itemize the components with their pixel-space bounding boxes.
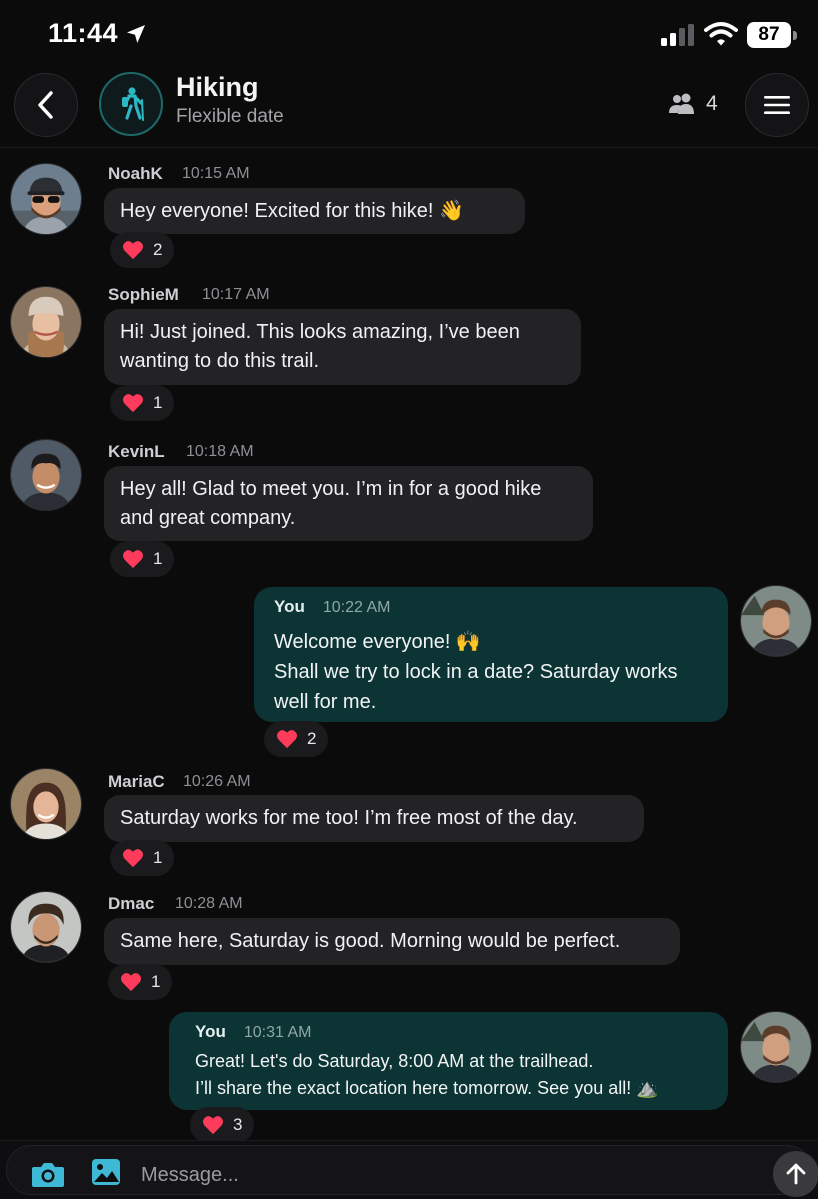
message-line: I’ll share the exact location here tomor…: [195, 1078, 659, 1098]
reaction-badge[interactable]: 1: [108, 964, 173, 1000]
message-bubble[interactable]: Same here, Saturday is good. Morning wou…: [104, 918, 680, 965]
menu-button[interactable]: [745, 73, 809, 137]
battery-indicator: 87: [747, 22, 797, 48]
member-count: 4: [706, 92, 718, 115]
sender-name: MariaC: [108, 772, 165, 791]
chevron-left-icon: [38, 91, 53, 119]
heart-icon: [121, 973, 141, 992]
avatar-dmac[interactable]: [10, 891, 82, 963]
message-line: well for me.: [274, 691, 377, 713]
avatar-image: [11, 769, 81, 839]
message-line: Hey everyone! Excited for this hike! 👋: [120, 200, 464, 222]
send-button[interactable]: [773, 1151, 818, 1197]
message-line: Shall we try to lock in a date? Saturday…: [274, 661, 678, 683]
message-time: 10:22 AM: [322, 599, 391, 616]
reaction-badge[interactable]: 1: [110, 541, 175, 577]
heart-icon: [203, 1116, 223, 1135]
reaction-count: 1: [153, 393, 163, 412]
reaction-count: 3: [233, 1115, 243, 1134]
message-line: Great! Let's do Saturday, 8:00 AM at the…: [195, 1051, 594, 1071]
heart-icon: [123, 394, 143, 413]
people-icon: [669, 93, 694, 114]
reaction-count: 1: [153, 848, 163, 867]
composer-field: [6, 1145, 818, 1197]
avatar-mariac[interactable]: [10, 768, 82, 840]
reaction-count: 1: [153, 549, 163, 568]
heart-icon: [123, 550, 143, 569]
wifi-icon: [704, 22, 738, 46]
reaction-count: 2: [153, 240, 163, 259]
battery-level: 87: [747, 22, 791, 48]
message-line: Welcome everyone! 🙌: [274, 631, 481, 653]
sender-name: You: [195, 1022, 226, 1041]
hamburger-icon: [764, 96, 790, 114]
avatar-image: [11, 892, 81, 962]
message-time: 10:18 AM: [186, 443, 254, 460]
chat-title: Hiking: [176, 72, 259, 102]
message-time: 10:31 AM: [243, 1024, 312, 1041]
status-time: 11:44: [48, 18, 119, 48]
avatar-noahk[interactable]: [10, 163, 82, 235]
message-bubble[interactable]: Hey everyone! Excited for this hike! 👋: [104, 188, 525, 234]
reaction-count: 2: [307, 729, 317, 748]
message-line: and great company.: [120, 507, 296, 529]
reaction-badge[interactable]: 2: [264, 721, 329, 757]
battery-tip: [793, 31, 797, 40]
avatar-image: [741, 586, 811, 656]
message-bubble[interactable]: Saturday works for me too! I’m free most…: [104, 795, 644, 842]
own-message-bubble[interactable]: You 10:31 AM Great! Let's do Saturday, 8:…: [169, 1012, 728, 1110]
arrow-up-icon: [786, 1163, 806, 1185]
message-time: 10:28 AM: [175, 895, 243, 912]
heart-icon: [123, 241, 143, 260]
reaction-badge[interactable]: 3: [190, 1107, 255, 1143]
cellular-signal-icon: [661, 24, 694, 46]
message-time: 10:15 AM: [182, 165, 250, 182]
message-line: Same here, Saturday is good. Morning wou…: [120, 930, 621, 952]
sender-name: NoahK: [108, 164, 163, 183]
avatar-image: [11, 440, 81, 510]
back-button[interactable]: [14, 73, 78, 137]
chat-subtitle: Flexible date: [176, 106, 284, 127]
group-avatar[interactable]: [99, 72, 163, 136]
avatar-image: [11, 287, 81, 357]
message-bubble[interactable]: Hey all! Glad to meet you. I’m in for a …: [104, 466, 593, 541]
message-bubble[interactable]: Hi! Just joined. This looks amazing, I’v…: [104, 309, 581, 385]
location-arrow-icon: [127, 25, 145, 43]
reaction-badge[interactable]: 1: [110, 840, 175, 876]
image-icon[interactable]: [91, 1158, 121, 1186]
message-line: wanting to do this trail.: [120, 350, 319, 372]
avatar-you[interactable]: [740, 585, 812, 657]
avatar-image: [741, 1012, 811, 1082]
status-bar: 11:44 87: [0, 0, 818, 70]
message-line: Hi! Just joined. This looks amazing, I’v…: [120, 321, 520, 343]
reaction-count: 1: [151, 972, 161, 991]
camera-icon[interactable]: [31, 1160, 65, 1188]
avatar-kevinl[interactable]: [10, 439, 82, 511]
reaction-badge[interactable]: 2: [110, 232, 175, 268]
sender-name: KevinL: [108, 442, 165, 461]
message-time: 10:17 AM: [202, 286, 270, 303]
heart-icon: [277, 730, 297, 749]
chat-header: Hiking Flexible date 4: [0, 70, 818, 148]
hiker-icon: [122, 87, 144, 121]
avatar-you[interactable]: [740, 1011, 812, 1083]
heart-icon: [123, 849, 143, 868]
message-input[interactable]: [141, 1155, 741, 1195]
message-line: Saturday works for me too! I’m free most…: [120, 807, 578, 829]
message-composer: [0, 1140, 818, 1199]
own-message-bubble[interactable]: You 10:22 AM Welcome everyone! 🙌 Shall we…: [254, 587, 728, 722]
message-line: Hey all! Glad to meet you. I’m in for a …: [120, 478, 542, 500]
reaction-badge[interactable]: 1: [110, 385, 175, 421]
avatar-sophiem[interactable]: [10, 286, 82, 358]
avatar-image: [11, 164, 81, 234]
message-time: 10:26 AM: [183, 773, 251, 790]
sender-name: SophieM: [108, 285, 179, 304]
sender-name: Dmac: [108, 894, 155, 913]
sender-name: You: [274, 597, 305, 616]
